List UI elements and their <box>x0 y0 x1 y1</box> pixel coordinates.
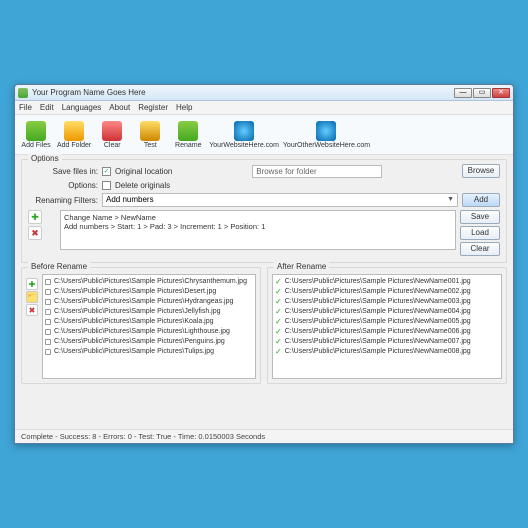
after-list: ✓C:\Users\Public\Pictures\Sample Picture… <box>272 274 502 379</box>
clear-button[interactable]: Clear <box>460 242 500 256</box>
menu-help[interactable]: Help <box>176 103 192 112</box>
check-icon: ✓ <box>275 297 282 307</box>
before-pane: Before Rename ✚ 📁 ✖ C:\Users\Public\Pict… <box>21 267 261 384</box>
menu-about[interactable]: About <box>109 103 130 112</box>
file-icon <box>45 279 51 285</box>
before-label: Before Rename <box>28 262 90 271</box>
before-list[interactable]: C:\Users\Public\Pictures\Sample Pictures… <box>42 274 256 379</box>
browse-folder-input[interactable]: Browse for folder <box>252 165 382 178</box>
add-file-icon[interactable]: ✚ <box>26 278 38 290</box>
check-icon: ✓ <box>275 287 282 297</box>
toolbar-icon <box>64 121 84 141</box>
toolbar-icon <box>140 121 160 141</box>
filter-line[interactable]: Add numbers > Start: 1 > Pad: 3 > Increm… <box>64 222 452 231</box>
file-icon <box>45 299 51 305</box>
window-buttons: — ▭ ✕ <box>454 88 510 98</box>
file-icon <box>45 309 51 315</box>
delete-originals-checkbox[interactable] <box>102 181 111 190</box>
before-item[interactable]: C:\Users\Public\Pictures\Sample Pictures… <box>45 317 253 327</box>
after-item: ✓C:\Users\Public\Pictures\Sample Picture… <box>275 287 499 297</box>
delete-originals-text: Delete originals <box>115 181 170 190</box>
load-button[interactable]: Load <box>460 226 500 240</box>
check-icon: ✓ <box>275 317 282 327</box>
add-folder-icon[interactable]: 📁 <box>26 291 38 303</box>
dropdown-arrow-icon: ▼ <box>447 194 454 206</box>
original-location-text: Original location <box>115 167 172 176</box>
before-item[interactable]: C:\Users\Public\Pictures\Sample Pictures… <box>45 287 253 297</box>
check-icon: ✓ <box>275 337 282 347</box>
after-item: ✓C:\Users\Public\Pictures\Sample Picture… <box>275 347 499 357</box>
before-item[interactable]: C:\Users\Public\Pictures\Sample Pictures… <box>45 297 253 307</box>
after-item: ✓C:\Users\Public\Pictures\Sample Picture… <box>275 337 499 347</box>
maximize-button[interactable]: ▭ <box>473 88 491 98</box>
menubar: File Edit Languages About Register Help <box>15 101 513 115</box>
save-label: Save files in: <box>28 167 98 176</box>
before-item[interactable]: C:\Users\Public\Pictures\Sample Pictures… <box>45 347 253 357</box>
toolbar-add-folder[interactable]: Add Folder <box>57 121 91 149</box>
after-item: ✓C:\Users\Public\Pictures\Sample Picture… <box>275 307 499 317</box>
filter-side-buttons: ✚ ✖ <box>28 210 56 256</box>
file-icon <box>45 339 51 345</box>
menu-file[interactable]: File <box>19 103 32 112</box>
add-filter-button[interactable]: Add <box>462 193 500 207</box>
file-icon <box>45 349 51 355</box>
options-sublabel: Options: <box>28 181 98 190</box>
content: Options Save files in: ✓ Original locati… <box>15 155 513 388</box>
toolbar-rename[interactable]: Rename <box>171 121 205 149</box>
filter-select[interactable]: Add numbers ▼ <box>102 193 458 207</box>
options-label: Options <box>28 154 62 163</box>
toolbar-yourotherwebsitehere-com[interactable]: YourOtherWebsiteHere.com <box>283 121 370 149</box>
file-icon <box>45 289 51 295</box>
save-button[interactable]: Save <box>460 210 500 224</box>
menu-register[interactable]: Register <box>138 103 168 112</box>
filter-value: Add numbers <box>106 194 154 206</box>
remove-file-icon[interactable]: ✖ <box>26 304 38 316</box>
toolbar: Add FilesAdd FolderClearTestRenameYourWe… <box>15 115 513 155</box>
toolbar-icon <box>26 121 46 141</box>
after-pane: After Rename ✓C:\Users\Public\Pictures\S… <box>267 267 507 384</box>
status-bar: Complete - Success: 8 - Errors: 0 - Test… <box>15 429 513 443</box>
after-item: ✓C:\Users\Public\Pictures\Sample Picture… <box>275 297 499 307</box>
original-location-checkbox[interactable]: ✓ <box>102 167 111 176</box>
before-item[interactable]: C:\Users\Public\Pictures\Sample Pictures… <box>45 307 253 317</box>
filters-label: Renaming Filters: <box>28 196 98 205</box>
before-item[interactable]: C:\Users\Public\Pictures\Sample Pictures… <box>45 327 253 337</box>
toolbar-icon <box>316 121 336 141</box>
options-group: Options Save files in: ✓ Original locati… <box>21 159 507 263</box>
toolbar-test[interactable]: Test <box>133 121 167 149</box>
titlebar[interactable]: Your Program Name Goes Here — ▭ ✕ <box>15 85 513 101</box>
app-icon <box>18 88 28 98</box>
app-window: Your Program Name Goes Here — ▭ ✕ File Ed… <box>14 84 514 444</box>
menu-languages[interactable]: Languages <box>62 103 102 112</box>
before-item[interactable]: C:\Users\Public\Pictures\Sample Pictures… <box>45 337 253 347</box>
toolbar-icon <box>178 121 198 141</box>
after-item: ✓C:\Users\Public\Pictures\Sample Picture… <box>275 277 499 287</box>
window-title: Your Program Name Goes Here <box>32 88 454 97</box>
filter-line[interactable]: Change Name > NewName <box>64 213 452 222</box>
before-item[interactable]: C:\Users\Public\Pictures\Sample Pictures… <box>45 277 253 287</box>
toolbar-clear[interactable]: Clear <box>95 121 129 149</box>
menu-edit[interactable]: Edit <box>40 103 54 112</box>
after-item: ✓C:\Users\Public\Pictures\Sample Picture… <box>275 317 499 327</box>
toolbar-yourwebsitehere-com[interactable]: YourWebsiteHere.com <box>209 121 279 149</box>
close-button[interactable]: ✕ <box>492 88 510 98</box>
browse-button[interactable]: Browse <box>462 164 500 178</box>
minimize-button[interactable]: — <box>454 88 472 98</box>
file-icon <box>45 319 51 325</box>
remove-icon[interactable]: ✖ <box>28 226 42 240</box>
filter-list[interactable]: Change Name > NewNameAdd numbers > Start… <box>60 210 456 250</box>
after-item: ✓C:\Users\Public\Pictures\Sample Picture… <box>275 327 499 337</box>
after-label: After Rename <box>274 262 329 271</box>
toolbar-add-files[interactable]: Add Files <box>19 121 53 149</box>
check-icon: ✓ <box>275 327 282 337</box>
toolbar-icon <box>102 121 122 141</box>
toolbar-icon <box>234 121 254 141</box>
add-icon[interactable]: ✚ <box>28 210 42 224</box>
file-icon <box>45 329 51 335</box>
check-icon: ✓ <box>275 277 282 287</box>
check-icon: ✓ <box>275 347 282 357</box>
filter-button-column: Save Load Clear <box>460 210 500 256</box>
check-icon: ✓ <box>275 307 282 317</box>
